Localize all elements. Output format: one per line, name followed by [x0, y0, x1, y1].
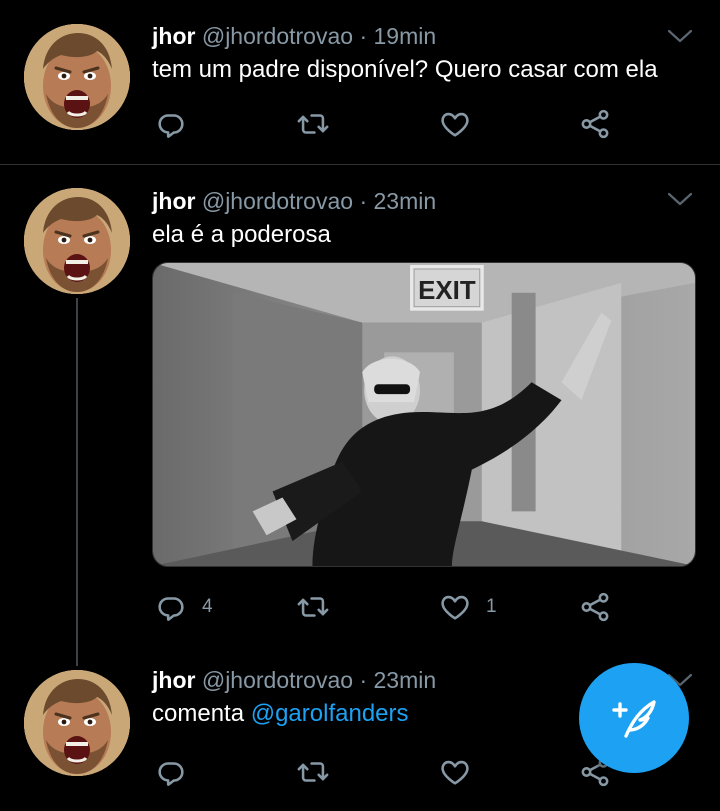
display-name[interactable]: jhor: [152, 667, 195, 693]
user-handle[interactable]: @jhordotrovao: [202, 23, 353, 49]
retweet-button[interactable]: [296, 587, 330, 627]
reply-icon: [154, 107, 188, 141]
avatar-image: [24, 24, 130, 130]
tweet-actions: [152, 104, 622, 144]
display-name[interactable]: jhor: [152, 188, 195, 214]
tweet-actions: [152, 752, 622, 792]
like-count: 1: [486, 596, 497, 617]
timestamp[interactable]: 23min: [374, 188, 437, 214]
avatar[interactable]: [24, 670, 130, 776]
exit-sign-text: EXIT: [418, 277, 476, 305]
avatar-image: [24, 670, 130, 776]
reply-button[interactable]: [154, 752, 188, 792]
separator-dot: ·: [359, 23, 368, 49]
like-button[interactable]: [438, 752, 472, 792]
timestamp[interactable]: 23min: [374, 667, 437, 693]
tweet-text: ela é a poderosa: [152, 221, 331, 248]
tweet-text-prefix: comenta: [152, 700, 251, 727]
reply-button[interactable]: 4: [154, 587, 213, 627]
tweet-text: tem um padre disponível? Quero casar com…: [152, 56, 658, 83]
like-icon: [438, 107, 472, 141]
compose-tweet-button[interactable]: [579, 663, 689, 773]
tweet-1[interactable]: jhor @jhordotrovao · 19min tem um padre …: [0, 0, 720, 164]
chevron-down-icon[interactable]: [666, 26, 694, 46]
compose-tweet-icon: [612, 700, 656, 738]
separator-dot: ·: [359, 188, 368, 214]
timestamp[interactable]: 19min: [374, 23, 437, 49]
user-handle[interactable]: @jhordotrovao: [202, 188, 353, 214]
retweet-icon: [296, 590, 330, 624]
reply-button[interactable]: [154, 104, 188, 144]
reply-count: 4: [202, 596, 213, 617]
like-button[interactable]: [438, 104, 472, 144]
reply-icon: [154, 755, 188, 789]
chevron-down-icon[interactable]: [666, 189, 694, 209]
retweet-button[interactable]: [296, 752, 330, 792]
separator-dot: ·: [359, 667, 368, 693]
avatar[interactable]: [24, 188, 130, 294]
tweet-media[interactable]: EXIT: [152, 262, 696, 567]
reply-icon: [154, 590, 188, 624]
media-photo: EXIT: [153, 263, 695, 566]
retweet-button[interactable]: [296, 104, 330, 144]
retweet-icon: [296, 755, 330, 789]
like-icon: [438, 590, 472, 624]
retweet-icon: [296, 107, 330, 141]
tweet-header: jhor @jhordotrovao · 19min: [152, 22, 692, 50]
user-handle[interactable]: @jhordotrovao: [202, 667, 353, 693]
like-icon: [438, 755, 472, 789]
avatar-image: [24, 188, 130, 294]
share-button[interactable]: [578, 104, 612, 144]
like-button[interactable]: 1: [438, 587, 497, 627]
share-icon: [578, 590, 612, 624]
share-button[interactable]: [578, 587, 612, 627]
tweet-header: jhor @jhordotrovao · 23min: [152, 187, 692, 215]
avatar[interactable]: [24, 24, 130, 130]
share-icon: [578, 107, 612, 141]
display-name[interactable]: jhor: [152, 23, 195, 49]
mention-link[interactable]: @garolfanders: [251, 700, 409, 727]
tweet-actions: 4 1: [152, 587, 622, 627]
